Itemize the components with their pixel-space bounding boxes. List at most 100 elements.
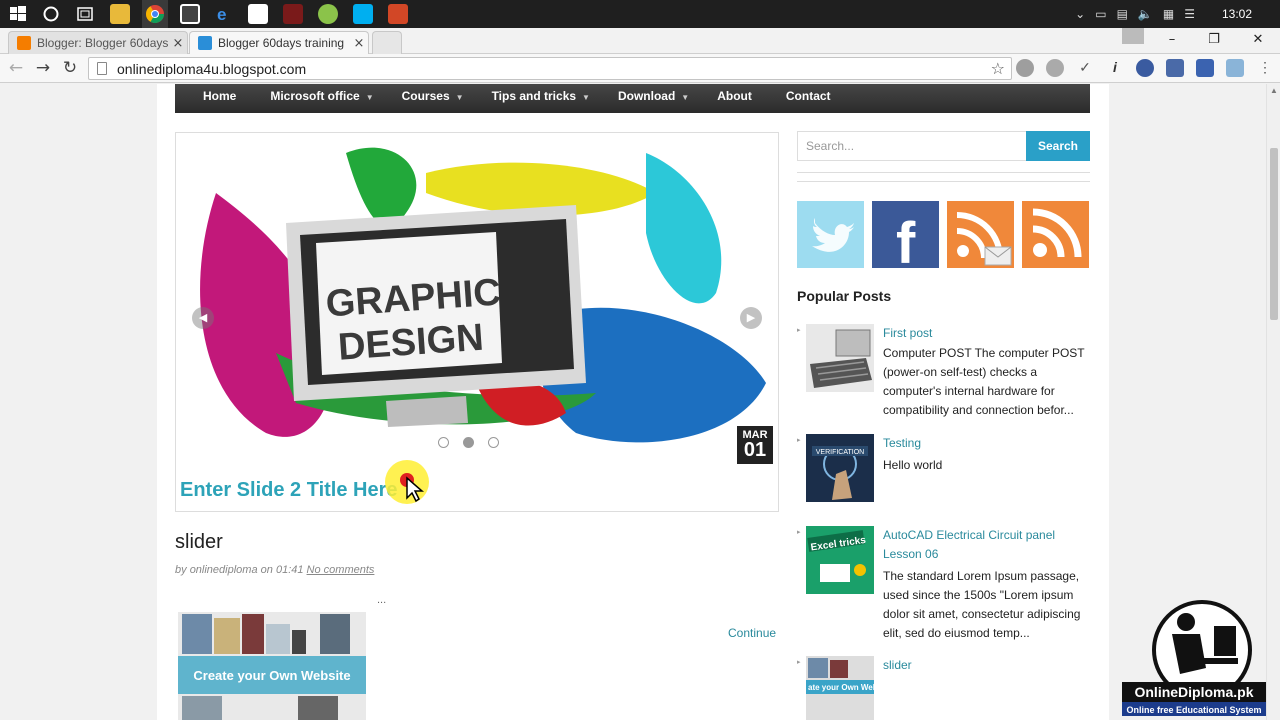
cortana-search-icon[interactable]	[41, 4, 61, 24]
extension-blue-icon[interactable]	[1136, 59, 1154, 77]
task-view-icon[interactable]	[75, 4, 95, 24]
popular-post-title[interactable]: First post	[883, 324, 1090, 343]
nav-microsoft-office[interactable]: Microsoft office ▼	[270, 89, 373, 103]
keyboard-icon[interactable]: ▦	[1163, 7, 1174, 21]
chrome-menu-icon[interactable]: ⋮	[1256, 59, 1274, 77]
slider-next-arrow-icon[interactable]: ▶	[740, 307, 762, 329]
notifications-icon[interactable]: ☰	[1184, 7, 1195, 21]
nav-tips-and-tricks[interactable]: Tips and tricks ▼	[492, 89, 590, 103]
nav-home[interactable]: Home	[203, 89, 242, 103]
svg-text:e: e	[217, 5, 226, 24]
nav-download[interactable]: Download ▼	[618, 89, 689, 103]
tab-close-icon[interactable]: ×	[169, 36, 187, 51]
network-icon[interactable]: ▤	[1117, 7, 1128, 21]
post-comments-link[interactable]: No comments	[307, 564, 375, 576]
graphic-design-slide-image[interactable]: GRAPHIC DESIGN	[176, 133, 778, 473]
extension-icon[interactable]	[1016, 59, 1034, 77]
checkmark-icon[interactable]: ✓	[1076, 59, 1094, 77]
popular-posts-heading: Popular Posts	[797, 288, 892, 304]
facebook-icon[interactable]: f	[872, 201, 939, 268]
windows-taskbar: e ⌄ ▭ ▤ 🔈 ▦ ☰ 13:02	[0, 0, 1280, 28]
verification-thumbnail[interactable]: VERIFICATION	[806, 434, 874, 502]
nav-label: Home	[203, 88, 237, 103]
excel-tricks-thumbnail[interactable]: Excel tricks	[806, 526, 874, 594]
twitter-icon[interactable]	[797, 201, 864, 268]
sidebar-divider	[797, 172, 1090, 182]
featured-slider[interactable]: GRAPHIC DESIGN ◀ ▶ MAR 01 Enter Slide 2 …	[175, 132, 779, 512]
profile-icon[interactable]	[1122, 28, 1144, 44]
chrome-icon[interactable]	[142, 0, 168, 28]
date-day: 01	[743, 439, 767, 461]
nav-contact[interactable]: Contact	[786, 89, 837, 103]
windows-start-icon[interactable]	[8, 4, 28, 24]
close-window-icon[interactable]: ✕	[1236, 28, 1280, 52]
slide-title[interactable]: Enter Slide 2 Title Here	[180, 479, 398, 502]
tab-blogger-training[interactable]: Blogger 60days training ×	[189, 31, 369, 54]
info-icon[interactable]: i	[1106, 59, 1124, 77]
main-navigation: Home Microsoft office ▼ Courses ▼ Tips and…	[175, 84, 1090, 113]
globe-icon[interactable]	[1046, 59, 1064, 77]
page-icon	[97, 62, 107, 75]
page-scrollbar[interactable]: ▲	[1266, 84, 1280, 720]
bullet-icon: ▸	[797, 327, 801, 334]
url-text[interactable]: onlinediploma4u.blogspot.com	[117, 61, 306, 77]
mouse-cursor-highlight-icon	[385, 460, 429, 504]
post-author[interactable]: onlinediploma	[190, 564, 258, 576]
svg-text:f: f	[896, 211, 916, 268]
battery-icon[interactable]: ▭	[1095, 7, 1106, 21]
chevron-down-icon: ▼	[455, 92, 464, 102]
extension-people-icon[interactable]	[1196, 59, 1214, 77]
extension-user-icon[interactable]	[1166, 59, 1184, 77]
edge-icon[interactable]: e	[214, 4, 234, 24]
nav-courses[interactable]: Courses ▼	[402, 89, 464, 103]
extension-light-icon[interactable]	[1226, 59, 1244, 77]
website-thumbnail[interactable]: ate your Own Webs	[806, 656, 874, 720]
store-icon[interactable]	[180, 4, 200, 24]
email-rss-icon[interactable]	[947, 201, 1014, 268]
scroll-up-icon[interactable]: ▲	[1269, 86, 1279, 95]
nav-about[interactable]: About	[717, 89, 758, 103]
app-icon[interactable]	[248, 4, 268, 24]
app-green-icon[interactable]	[318, 4, 338, 24]
post-thumbnail[interactable]: Create your Own Website	[178, 612, 366, 720]
popular-post-item: ▸ VERIFICATION Testing Hello world	[797, 434, 1090, 504]
forward-arrow-icon[interactable]: →	[32, 57, 54, 79]
blog-favicon-icon	[198, 36, 212, 50]
popular-post-title[interactable]: slider	[883, 656, 1090, 675]
tab-blogger-dashboard[interactable]: Blogger: Blogger 60days t ×	[8, 31, 188, 54]
minimize-icon[interactable]: –	[1150, 28, 1194, 52]
popular-post-title[interactable]: Testing	[883, 434, 1090, 453]
powerpoint-icon[interactable]	[388, 4, 408, 24]
restore-icon[interactable]: ❐	[1192, 28, 1236, 52]
taskbar-clock[interactable]: 13:02	[1222, 7, 1252, 21]
slider-dot-active[interactable]	[463, 437, 474, 448]
reload-icon[interactable]: ↻	[59, 57, 81, 79]
skype-icon[interactable]	[353, 4, 373, 24]
back-arrow-icon[interactable]: ←	[5, 57, 27, 79]
slider-prev-arrow-icon[interactable]: ◀	[192, 307, 214, 329]
search-button[interactable]: Search	[1026, 131, 1090, 161]
search-input[interactable]: Search...	[797, 131, 1027, 161]
svg-text:VERIFICATION: VERIFICATION	[816, 449, 864, 456]
rss-icon[interactable]	[1022, 201, 1089, 268]
chevron-down-icon: ▼	[365, 92, 374, 102]
continue-link[interactable]: Continue	[728, 626, 776, 640]
post-time[interactable]: 01:41	[276, 564, 304, 576]
tab-close-icon[interactable]: ×	[350, 36, 368, 51]
svg-text:ate your Own Webs: ate your Own Webs	[808, 683, 874, 692]
new-tab-button[interactable]	[372, 31, 402, 54]
chevron-up-icon[interactable]: ⌄	[1075, 7, 1085, 21]
scroll-thumb[interactable]	[1270, 148, 1278, 320]
post-title[interactable]: slider	[175, 531, 223, 554]
chevron-down-icon: ▼	[681, 92, 690, 102]
address-bar[interactable]: onlinediploma4u.blogspot.com ☆	[88, 57, 1012, 80]
bullet-icon: ▸	[797, 529, 801, 536]
app-red-icon[interactable]	[283, 4, 303, 24]
file-explorer-icon[interactable]	[110, 4, 130, 24]
slider-dot[interactable]	[488, 437, 499, 448]
volume-icon[interactable]: 🔈	[1138, 7, 1153, 21]
keyboard-thumbnail[interactable]	[806, 324, 874, 392]
popular-post-title[interactable]: AutoCAD Electrical Circuit panel Lesson …	[883, 526, 1090, 564]
bookmark-star-icon[interactable]: ☆	[991, 59, 1005, 78]
slider-dot[interactable]	[438, 437, 449, 448]
